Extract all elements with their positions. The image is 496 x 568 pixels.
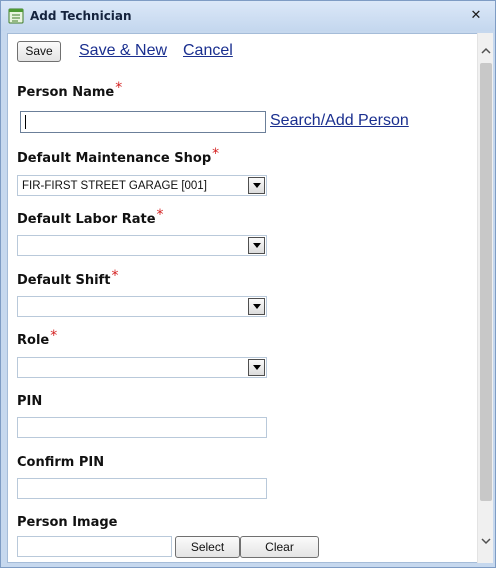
pin-label: PIN bbox=[17, 394, 43, 409]
maintenance-shop-label: Default Maintenance Shop* bbox=[17, 146, 220, 166]
confirm-pin-input[interactable] bbox=[17, 478, 267, 499]
dropdown-button[interactable] bbox=[248, 359, 265, 376]
text-caret bbox=[25, 115, 26, 129]
role-label: Role* bbox=[17, 328, 58, 348]
maintenance-shop-value: FIR-FIRST STREET GARAGE [001] bbox=[22, 180, 207, 192]
dropdown-button[interactable] bbox=[248, 298, 265, 315]
required-marker: * bbox=[156, 207, 164, 223]
confirm-pin-label: Confirm PIN bbox=[17, 455, 105, 470]
dialog-content: Save Save & New Cancel Person Name* Sear… bbox=[7, 33, 477, 563]
chevron-down-icon bbox=[253, 365, 261, 370]
save-button[interactable]: Save bbox=[17, 41, 61, 62]
save-and-new-link[interactable]: Save & New bbox=[79, 42, 167, 60]
clear-image-button[interactable]: Clear bbox=[240, 536, 319, 558]
scroll-down-icon[interactable] bbox=[480, 535, 492, 547]
scroll-up-icon[interactable] bbox=[480, 45, 492, 57]
required-marker: * bbox=[212, 146, 220, 162]
close-icon[interactable]: ✕ bbox=[467, 7, 485, 25]
add-technician-dialog: Add Technician ✕ Save Save & New Cancel … bbox=[0, 0, 496, 568]
required-marker: * bbox=[50, 328, 58, 344]
labor-rate-select[interactable] bbox=[17, 235, 267, 256]
role-select[interactable] bbox=[17, 357, 267, 378]
search-add-person-link[interactable]: Search/Add Person bbox=[270, 112, 409, 130]
form-icon bbox=[8, 8, 24, 24]
chevron-down-icon bbox=[253, 243, 261, 248]
person-image-label: Person Image bbox=[17, 515, 118, 530]
pin-input[interactable] bbox=[17, 417, 267, 438]
cancel-link[interactable]: Cancel bbox=[183, 42, 233, 60]
person-image-input[interactable] bbox=[17, 536, 172, 557]
scrollbar-thumb[interactable] bbox=[480, 63, 492, 501]
required-marker: * bbox=[115, 80, 123, 96]
dropdown-button[interactable] bbox=[248, 177, 265, 194]
select-image-button[interactable]: Select bbox=[175, 536, 240, 558]
maintenance-shop-select[interactable]: FIR-FIRST STREET GARAGE [001] bbox=[17, 175, 267, 196]
shift-label: Default Shift* bbox=[17, 268, 119, 288]
chevron-down-icon bbox=[253, 183, 261, 188]
title-bar: Add Technician ✕ bbox=[1, 1, 495, 31]
chevron-down-icon bbox=[253, 304, 261, 309]
vertical-scrollbar[interactable] bbox=[477, 33, 493, 563]
shift-select[interactable] bbox=[17, 296, 267, 317]
person-name-label: Person Name* bbox=[17, 80, 123, 100]
dropdown-button[interactable] bbox=[248, 237, 265, 254]
required-marker: * bbox=[111, 268, 119, 284]
dialog-title: Add Technician bbox=[30, 9, 132, 23]
person-name-input[interactable] bbox=[20, 111, 266, 133]
labor-rate-label: Default Labor Rate* bbox=[17, 207, 164, 227]
